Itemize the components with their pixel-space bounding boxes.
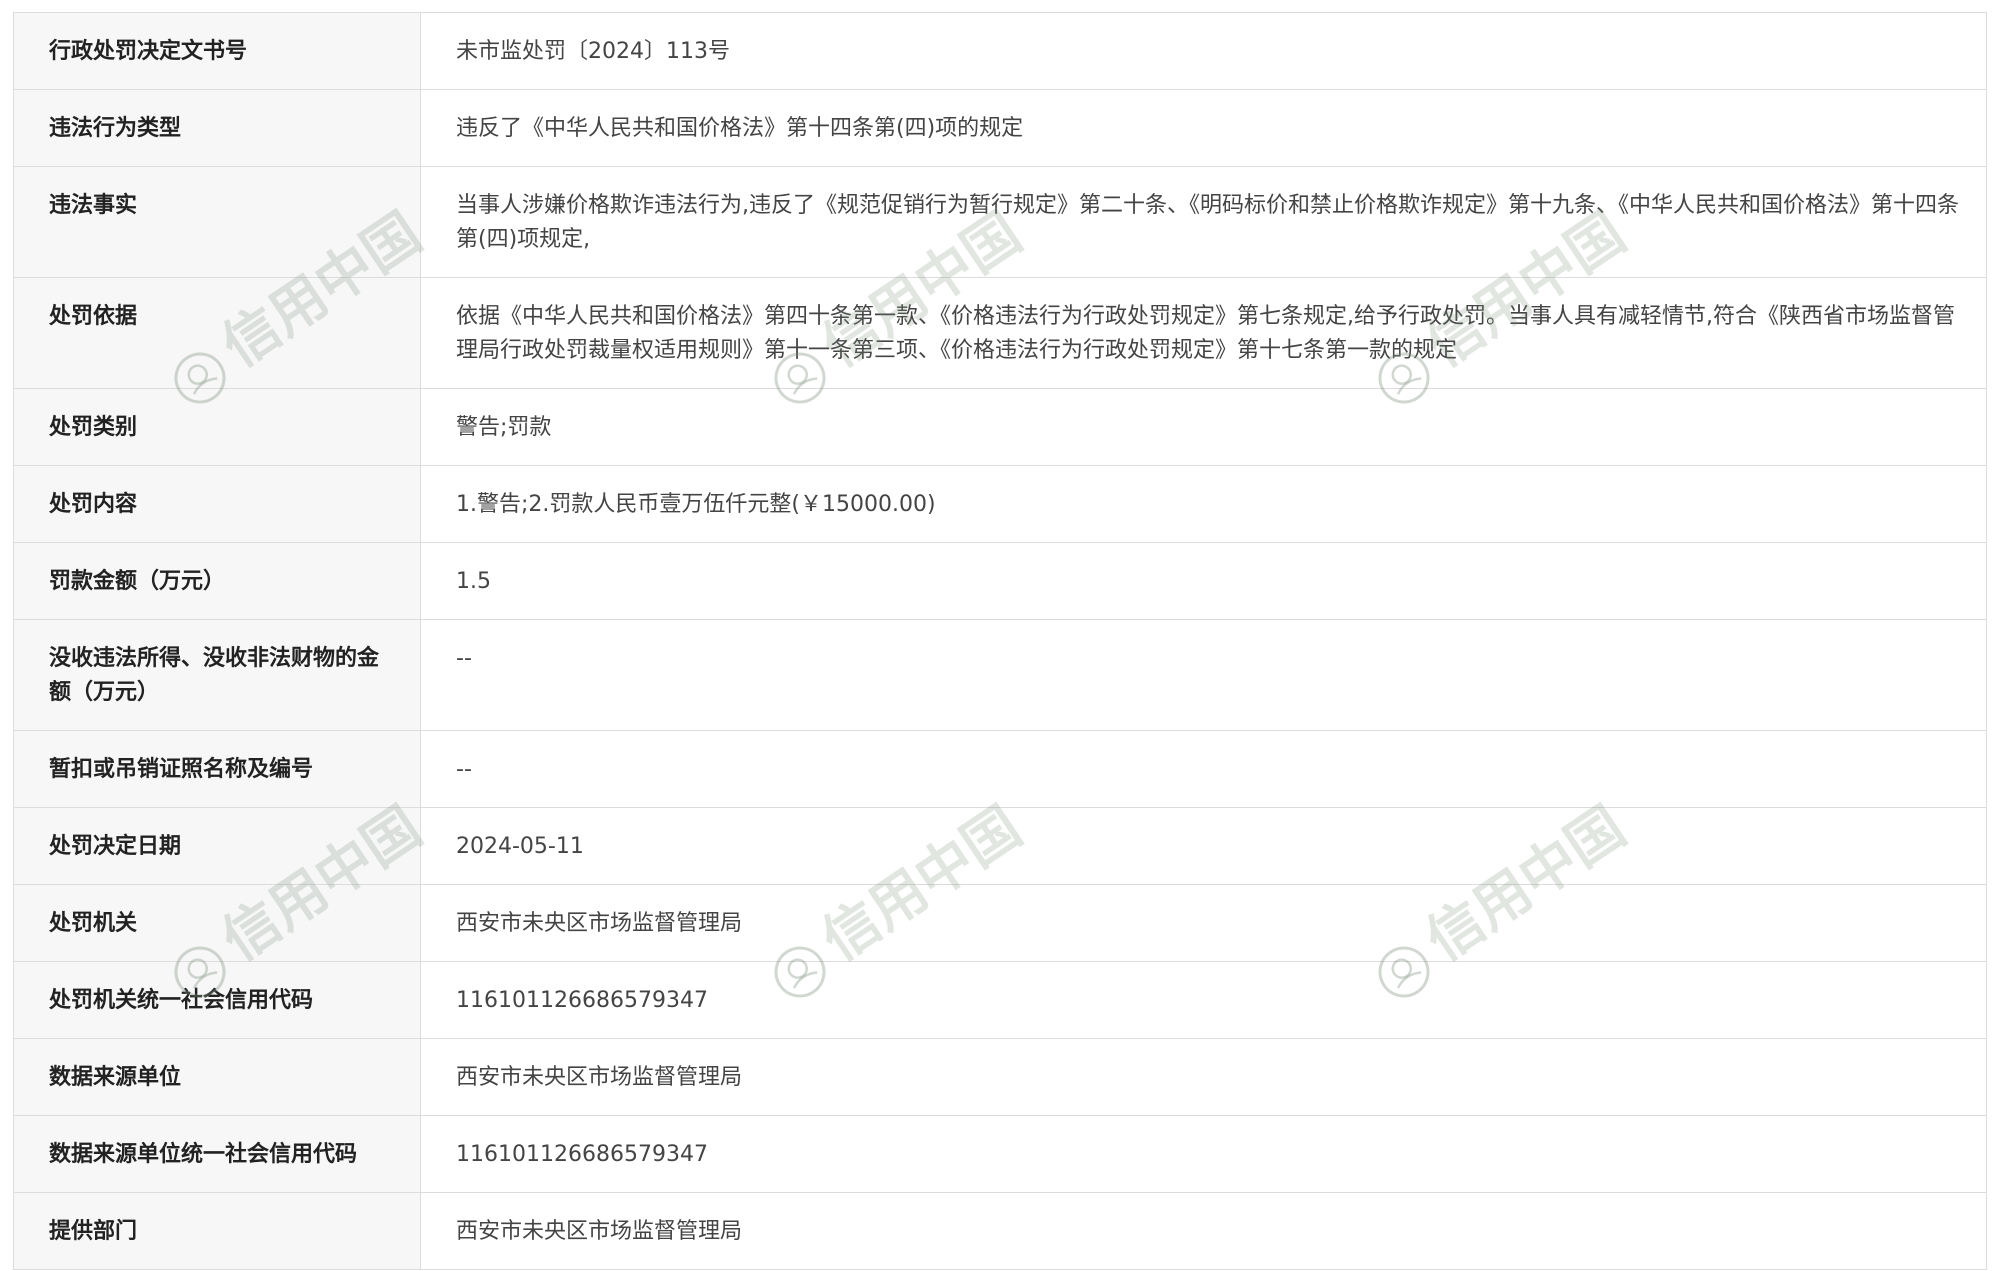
row-value-document-number: 未市监处罚〔2024〕113号 [420,12,1987,90]
table-row: 处罚类别 警告;罚款 [13,388,1987,466]
row-value-violation-facts: 当事人涉嫌价格欺诈违法行为,违反了《规范促销行为暂行规定》第二十条、《明码标价和… [420,166,1987,278]
row-value-license-revocation: -- [420,730,1987,808]
table-row: 处罚内容 1.警告;2.罚款人民币壹万伍仟元整(￥15000.00) [13,465,1987,543]
row-value-penalty-basis: 依据《中华人民共和国价格法》第四十条第一款、《价格违法行为行政处罚规定》第七条规… [420,277,1987,389]
row-value-violation-type: 违反了《中华人民共和国价格法》第十四条第(四)项的规定 [420,89,1987,167]
row-label-penalty-authority: 处罚机关 [13,884,421,962]
row-label-decision-date: 处罚决定日期 [13,807,421,885]
row-value-authority-credit-code: 116101126686579347 [420,961,1987,1039]
row-value-penalty-content: 1.警告;2.罚款人民币壹万伍仟元整(￥15000.00) [420,465,1987,543]
row-label-data-source-credit-code: 数据来源单位统一社会信用代码 [13,1115,421,1193]
table-row: 行政处罚决定文书号 未市监处罚〔2024〕113号 [13,12,1987,90]
table-row: 违法事实 当事人涉嫌价格欺诈违法行为,违反了《规范促销行为暂行规定》第二十条、《… [13,166,1987,278]
row-label-license-revocation: 暂扣或吊销证照名称及编号 [13,730,421,808]
table-row: 处罚机关 西安市未央区市场监督管理局 [13,884,1987,962]
row-label-violation-type: 违法行为类型 [13,89,421,167]
row-value-penalty-category: 警告;罚款 [420,388,1987,466]
row-label-data-source: 数据来源单位 [13,1038,421,1116]
table-row: 违法行为类型 违反了《中华人民共和国价格法》第十四条第(四)项的规定 [13,89,1987,167]
table-row: 处罚依据 依据《中华人民共和国价格法》第四十条第一款、《价格违法行为行政处罚规定… [13,277,1987,389]
row-label-providing-department: 提供部门 [13,1192,421,1270]
table-row: 没收违法所得、没收非法财物的金额（万元） -- [13,619,1987,731]
row-label-penalty-basis: 处罚依据 [13,277,421,389]
row-value-providing-department: 西安市未央区市场监督管理局 [420,1192,1987,1270]
row-label-violation-facts: 违法事实 [13,166,421,278]
row-value-penalty-authority: 西安市未央区市场监督管理局 [420,884,1987,962]
table-row: 罚款金额（万元） 1.5 [13,542,1987,620]
row-label-document-number: 行政处罚决定文书号 [13,12,421,90]
table-row: 提供部门 西安市未央区市场监督管理局 [13,1192,1987,1270]
row-value-decision-date: 2024-05-11 [420,807,1987,885]
page: 行政处罚决定文书号 未市监处罚〔2024〕113号 违法行为类型 违反了《中华人… [0,0,2000,1271]
table-row: 数据来源单位统一社会信用代码 116101126686579347 [13,1115,1987,1193]
row-label-confiscation-amount: 没收违法所得、没收非法财物的金额（万元） [13,619,421,731]
row-value-fine-amount: 1.5 [420,542,1987,620]
row-label-fine-amount: 罚款金额（万元） [13,542,421,620]
row-label-penalty-category: 处罚类别 [13,388,421,466]
table-row: 暂扣或吊销证照名称及编号 -- [13,730,1987,808]
row-label-penalty-content: 处罚内容 [13,465,421,543]
row-value-data-source-credit-code: 116101126686579347 [420,1115,1987,1193]
penalty-detail-table: 行政处罚决定文书号 未市监处罚〔2024〕113号 违法行为类型 违反了《中华人… [13,12,1987,1270]
row-value-data-source: 西安市未央区市场监督管理局 [420,1038,1987,1116]
table-row: 处罚决定日期 2024-05-11 [13,807,1987,885]
row-label-authority-credit-code: 处罚机关统一社会信用代码 [13,961,421,1039]
row-value-confiscation-amount: -- [420,619,1987,731]
table-row: 处罚机关统一社会信用代码 116101126686579347 [13,961,1987,1039]
table-row: 数据来源单位 西安市未央区市场监督管理局 [13,1038,1987,1116]
